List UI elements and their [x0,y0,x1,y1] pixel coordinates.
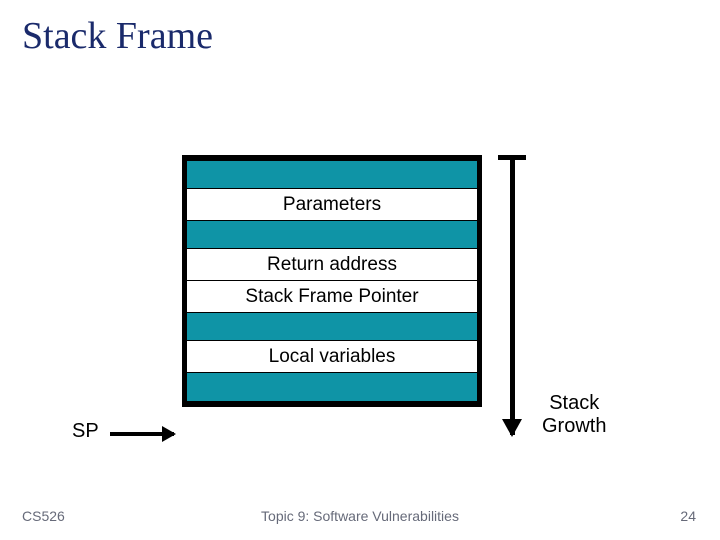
stack-growth-line1: Stack [549,392,599,414]
frame-blank-row [187,161,477,189]
sp-arrow-icon [110,432,174,436]
footer-page-number: 24 [680,508,696,524]
footer-topic: Topic 9: Software Vulnerabilities [0,508,720,524]
frame-blank-row [187,373,477,401]
growth-arrow-icon [510,155,515,435]
stack-growth-label: Stack Growth [542,392,606,438]
sp-label: SP [72,420,99,443]
stack-growth-line2: Growth [542,415,606,437]
frame-parameters-row: Parameters [187,189,477,221]
slide-title: Stack Frame [22,14,213,58]
frame-locals-row: Local variables [187,341,477,373]
frame-container: Parameters Return address Stack Frame Po… [182,161,482,401]
frame-blank-row [187,221,477,249]
frame-return-address-row: Return address [187,249,477,281]
frame-bottom-border [182,401,482,407]
frame-frame-pointer-row: Stack Frame Pointer [187,281,477,313]
frame-blank-row [187,313,477,341]
stack-frame-diagram: Parameters Return address Stack Frame Po… [182,155,482,445]
